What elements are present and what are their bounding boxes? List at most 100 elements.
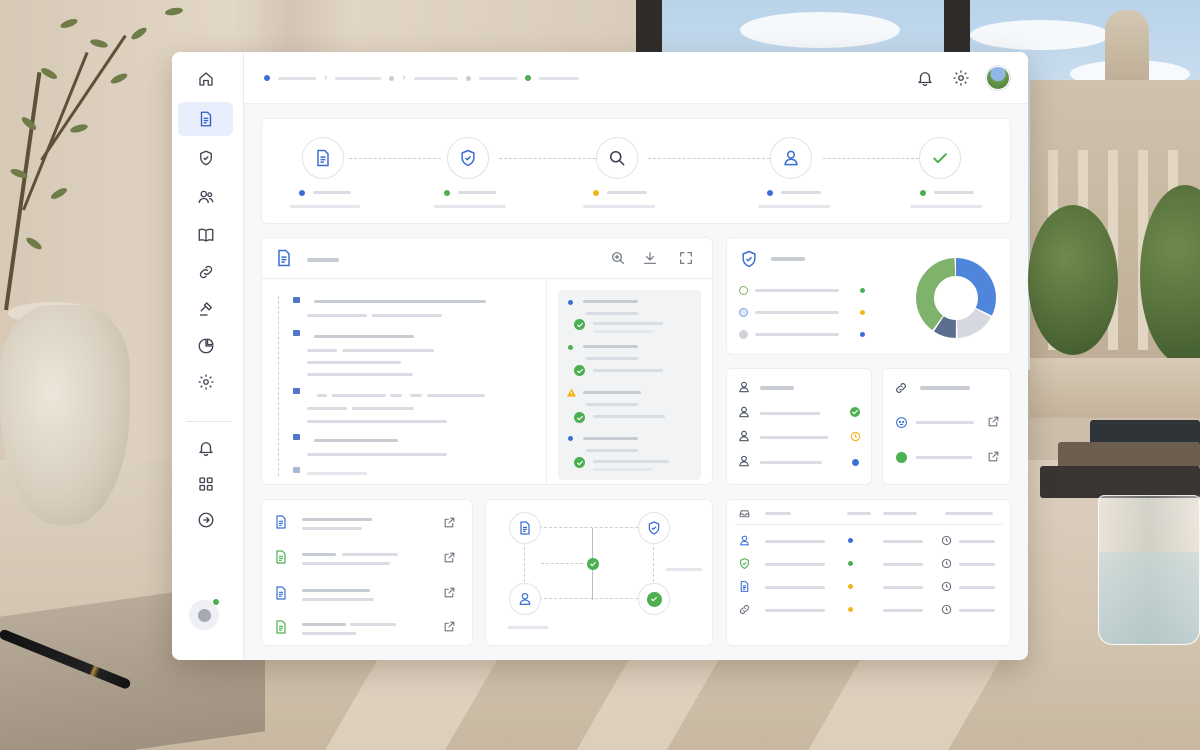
document-content (262, 279, 546, 485)
document-icon (738, 580, 751, 593)
breadcrumb-item[interactable] (538, 76, 579, 80)
bell-icon (918, 72, 932, 87)
files-card (261, 499, 473, 646)
gavel-icon (199, 302, 212, 316)
settings-icon (198, 374, 213, 390)
check-icon (933, 153, 947, 164)
step-status-dot (444, 190, 450, 196)
breadcrumb-dot (465, 75, 471, 81)
user-icon (784, 150, 798, 166)
activity-table (726, 499, 1011, 646)
nav-compliance[interactable] (178, 141, 233, 175)
nav-documents[interactable] (178, 102, 233, 136)
breadcrumb-item[interactable] (478, 76, 517, 80)
clock-icon (850, 431, 861, 442)
user-icon (519, 593, 531, 605)
breadcrumb-item[interactable] (278, 76, 316, 80)
compliance-donut-chart (916, 258, 996, 338)
home-icon (198, 72, 213, 86)
shield-check-icon (648, 521, 660, 535)
nav-users[interactable] (178, 180, 233, 214)
status-dot (852, 459, 859, 466)
flow-node-user[interactable] (509, 583, 541, 615)
logout-arrow-icon (198, 512, 213, 528)
table-row[interactable] (727, 599, 1012, 621)
nav-analytics[interactable] (178, 329, 233, 363)
approved-check-icon (646, 591, 662, 607)
flow-node-verify[interactable] (638, 512, 670, 544)
document-viewer (261, 237, 714, 485)
download-icon[interactable] (642, 250, 658, 266)
zoom-in-icon[interactable] (610, 250, 626, 266)
user-icon (737, 454, 751, 468)
approval-flow-diagram (485, 499, 713, 646)
breadcrumb-dot (524, 75, 531, 81)
breadcrumb-item[interactable] (413, 76, 458, 80)
step-review[interactable] (596, 137, 638, 179)
book-open-icon (198, 228, 213, 242)
nav-apps[interactable] (178, 467, 233, 501)
flow-node-approved[interactable] (638, 583, 670, 615)
user-avatar[interactable] (986, 66, 1010, 90)
inbox-icon (738, 507, 751, 520)
step-verification[interactable] (447, 137, 489, 179)
shield-check-icon (738, 557, 751, 570)
external-link-icon[interactable] (443, 551, 456, 564)
legend-marker (739, 308, 748, 317)
step-status-dot (593, 190, 599, 196)
nav-links[interactable] (178, 255, 233, 289)
breadcrumb-item[interactable] (335, 76, 382, 80)
external-link-icon[interactable] (987, 450, 1000, 463)
bell-icon (198, 442, 213, 457)
nav-legal[interactable] (178, 292, 233, 326)
table-row[interactable] (727, 576, 1012, 598)
clock-icon (941, 581, 952, 592)
nav-library[interactable] (178, 218, 233, 252)
chevron-right-icon: › (324, 72, 328, 83)
flow-node-document[interactable] (509, 512, 541, 544)
step-complete[interactable] (919, 137, 961, 179)
window-sill (1030, 358, 1200, 418)
nav-logout[interactable] (178, 503, 233, 537)
step-assignee[interactable] (770, 137, 812, 179)
review-panel (558, 290, 701, 480)
breadcrumb-dot (264, 75, 270, 81)
legend-marker (739, 286, 748, 295)
document-icon (520, 521, 530, 535)
external-link-icon[interactable] (443, 620, 456, 633)
workflow-stepper (261, 118, 1011, 224)
breadcrumb: › › (264, 72, 579, 84)
water-glass (1098, 495, 1200, 645)
nav-notifications[interactable] (178, 431, 233, 465)
nav-settings[interactable] (178, 365, 233, 399)
external-link-icon[interactable] (987, 415, 1000, 428)
nav-home[interactable] (178, 62, 233, 96)
approved-check-icon (850, 407, 860, 417)
vase (0, 305, 130, 525)
table-row[interactable] (727, 553, 1012, 575)
fullscreen-icon[interactable] (678, 250, 694, 266)
user-icon (737, 380, 751, 394)
avatar (197, 608, 211, 622)
link-icon (199, 265, 212, 279)
app-window: › › (172, 52, 1028, 660)
compliance-summary (726, 237, 1011, 355)
document-title (307, 258, 339, 262)
settings-button[interactable] (950, 67, 972, 89)
document-icon (273, 548, 289, 566)
shield-check-icon (461, 149, 475, 167)
breadcrumb-dot (389, 75, 395, 81)
notifications-button[interactable] (914, 67, 936, 89)
document-icon (317, 149, 329, 167)
clock-icon (941, 558, 952, 569)
shield-face-icon (895, 416, 908, 429)
user-icon (737, 405, 751, 419)
sidebar-divider (186, 421, 232, 422)
external-link-icon[interactable] (443, 516, 456, 529)
table-row[interactable] (727, 530, 1012, 552)
user-status-avatar[interactable] (189, 598, 220, 630)
success-dot-icon (896, 452, 907, 463)
step-document[interactable] (302, 137, 344, 179)
online-indicator (212, 598, 220, 606)
external-link-icon[interactable] (443, 586, 456, 599)
